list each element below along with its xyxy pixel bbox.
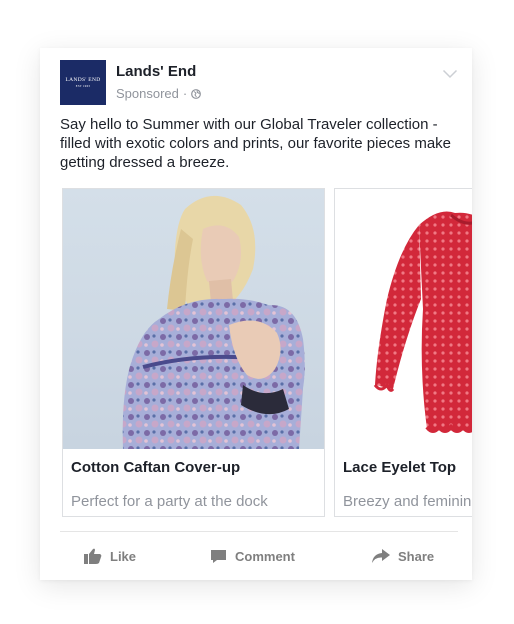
product-title[interactable]: Cotton Caftan Cover-up xyxy=(71,459,240,476)
post-header: LANDS' END EST 1963 Lands' End Sponsored… xyxy=(60,60,472,108)
globe-icon xyxy=(191,88,202,99)
sponsored-label[interactable]: Sponsored xyxy=(116,86,179,101)
separator-dot: · xyxy=(182,86,188,101)
carousel-card[interactable]: Cotton Caftan Cover-up Perfect for a par… xyxy=(62,188,325,517)
actions-divider xyxy=(60,531,458,532)
ad-post-card: LANDS' END EST 1963 Lands' End Sponsored… xyxy=(40,48,472,580)
share-label: Share xyxy=(398,548,435,564)
like-button[interactable]: Like xyxy=(84,544,136,568)
product-carousel[interactable]: Cotton Caftan Cover-up Perfect for a par… xyxy=(62,188,472,518)
share-button[interactable]: Share xyxy=(372,544,434,568)
product-description: Breezy and feminine xyxy=(343,493,472,510)
like-label: Like xyxy=(110,548,137,564)
page-name-link[interactable]: Lands' End xyxy=(116,63,196,80)
product-image-caftan[interactable] xyxy=(63,189,324,449)
share-icon xyxy=(372,548,390,564)
logo-subtext: EST 1963 xyxy=(75,84,91,88)
comment-icon xyxy=(210,549,227,564)
product-title[interactable]: Lace Eyelet Top xyxy=(343,459,456,476)
comment-label: Comment xyxy=(235,548,295,564)
sponsored-line: Sponsored · xyxy=(116,86,202,101)
thumbs-up-icon xyxy=(84,548,102,564)
product-image-lace-top[interactable] xyxy=(335,189,472,449)
product-description: Perfect for a party at the dock xyxy=(71,493,268,510)
logo-text: LANDS' END xyxy=(65,77,101,83)
page-avatar-logo[interactable]: LANDS' END EST 1963 xyxy=(60,60,106,105)
chevron-down-icon[interactable] xyxy=(442,66,458,84)
post-actions-bar: Like Comment Share xyxy=(60,544,458,570)
post-body-text: Say hello to Summer with our Global Trav… xyxy=(60,116,452,171)
carousel-card[interactable]: Lace Eyelet Top Breezy and feminine xyxy=(334,188,472,517)
comment-button[interactable]: Comment xyxy=(210,544,295,568)
